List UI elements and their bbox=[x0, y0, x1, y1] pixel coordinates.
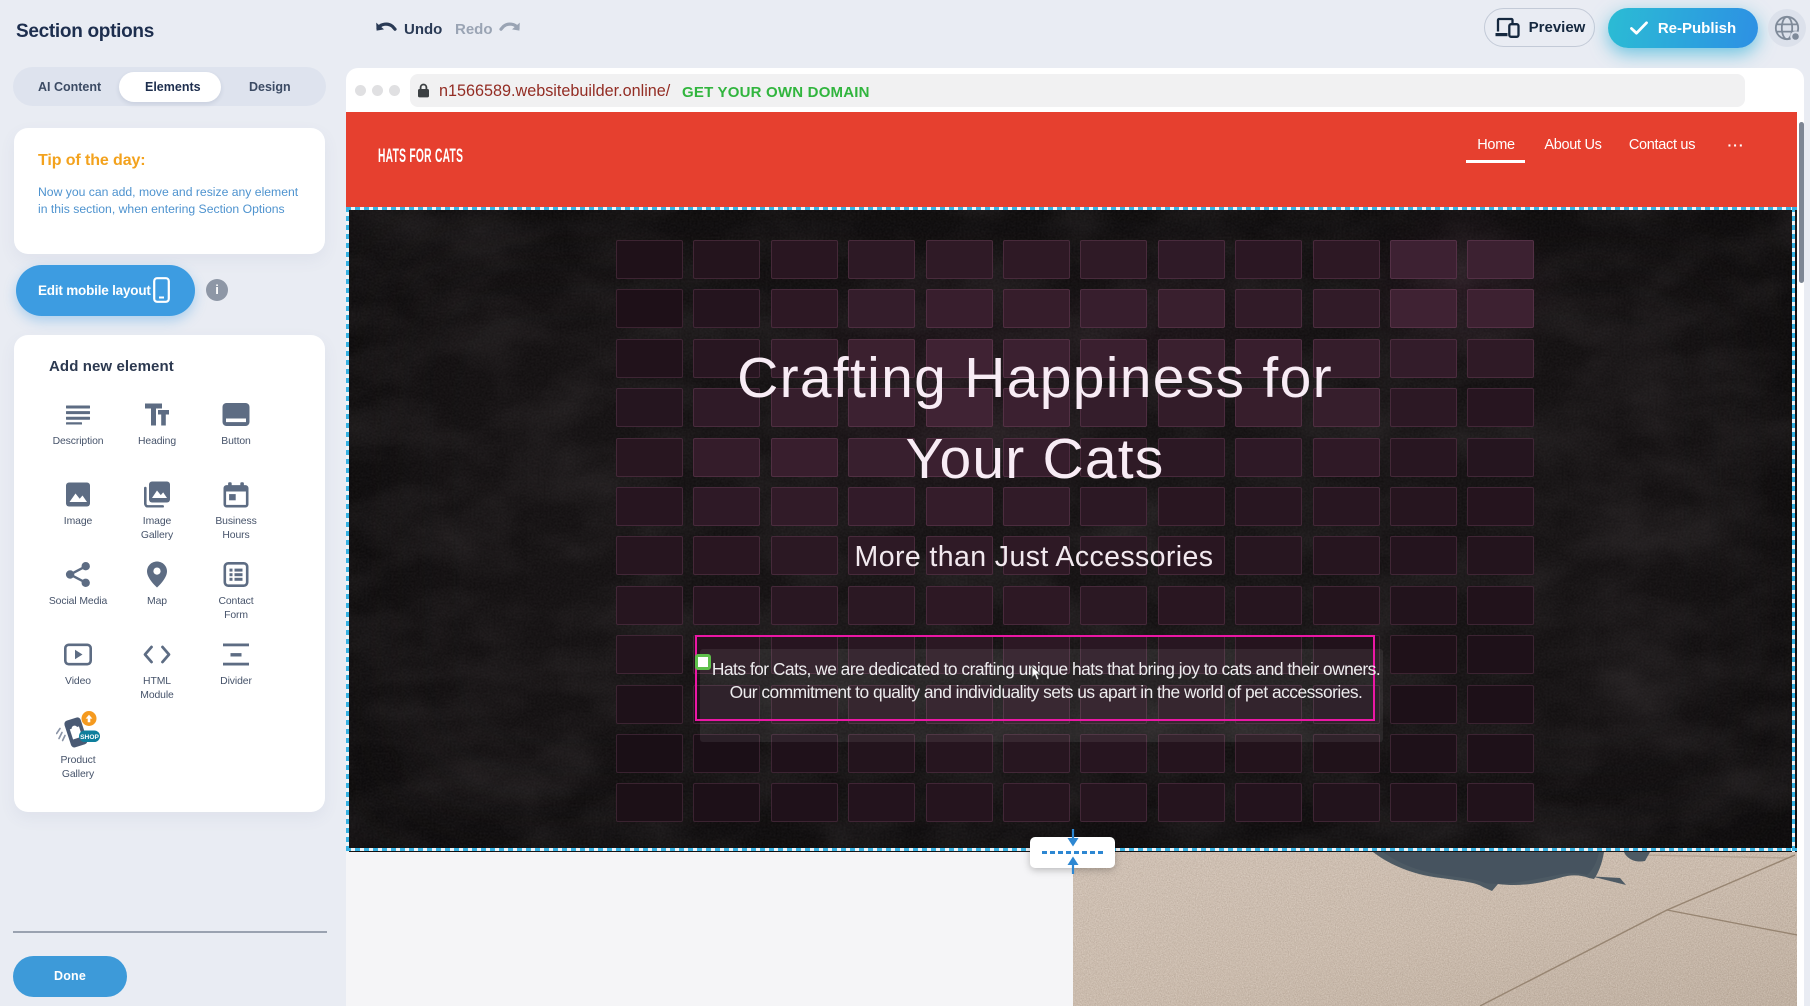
svg-text:SHOP: SHOP bbox=[80, 734, 99, 741]
